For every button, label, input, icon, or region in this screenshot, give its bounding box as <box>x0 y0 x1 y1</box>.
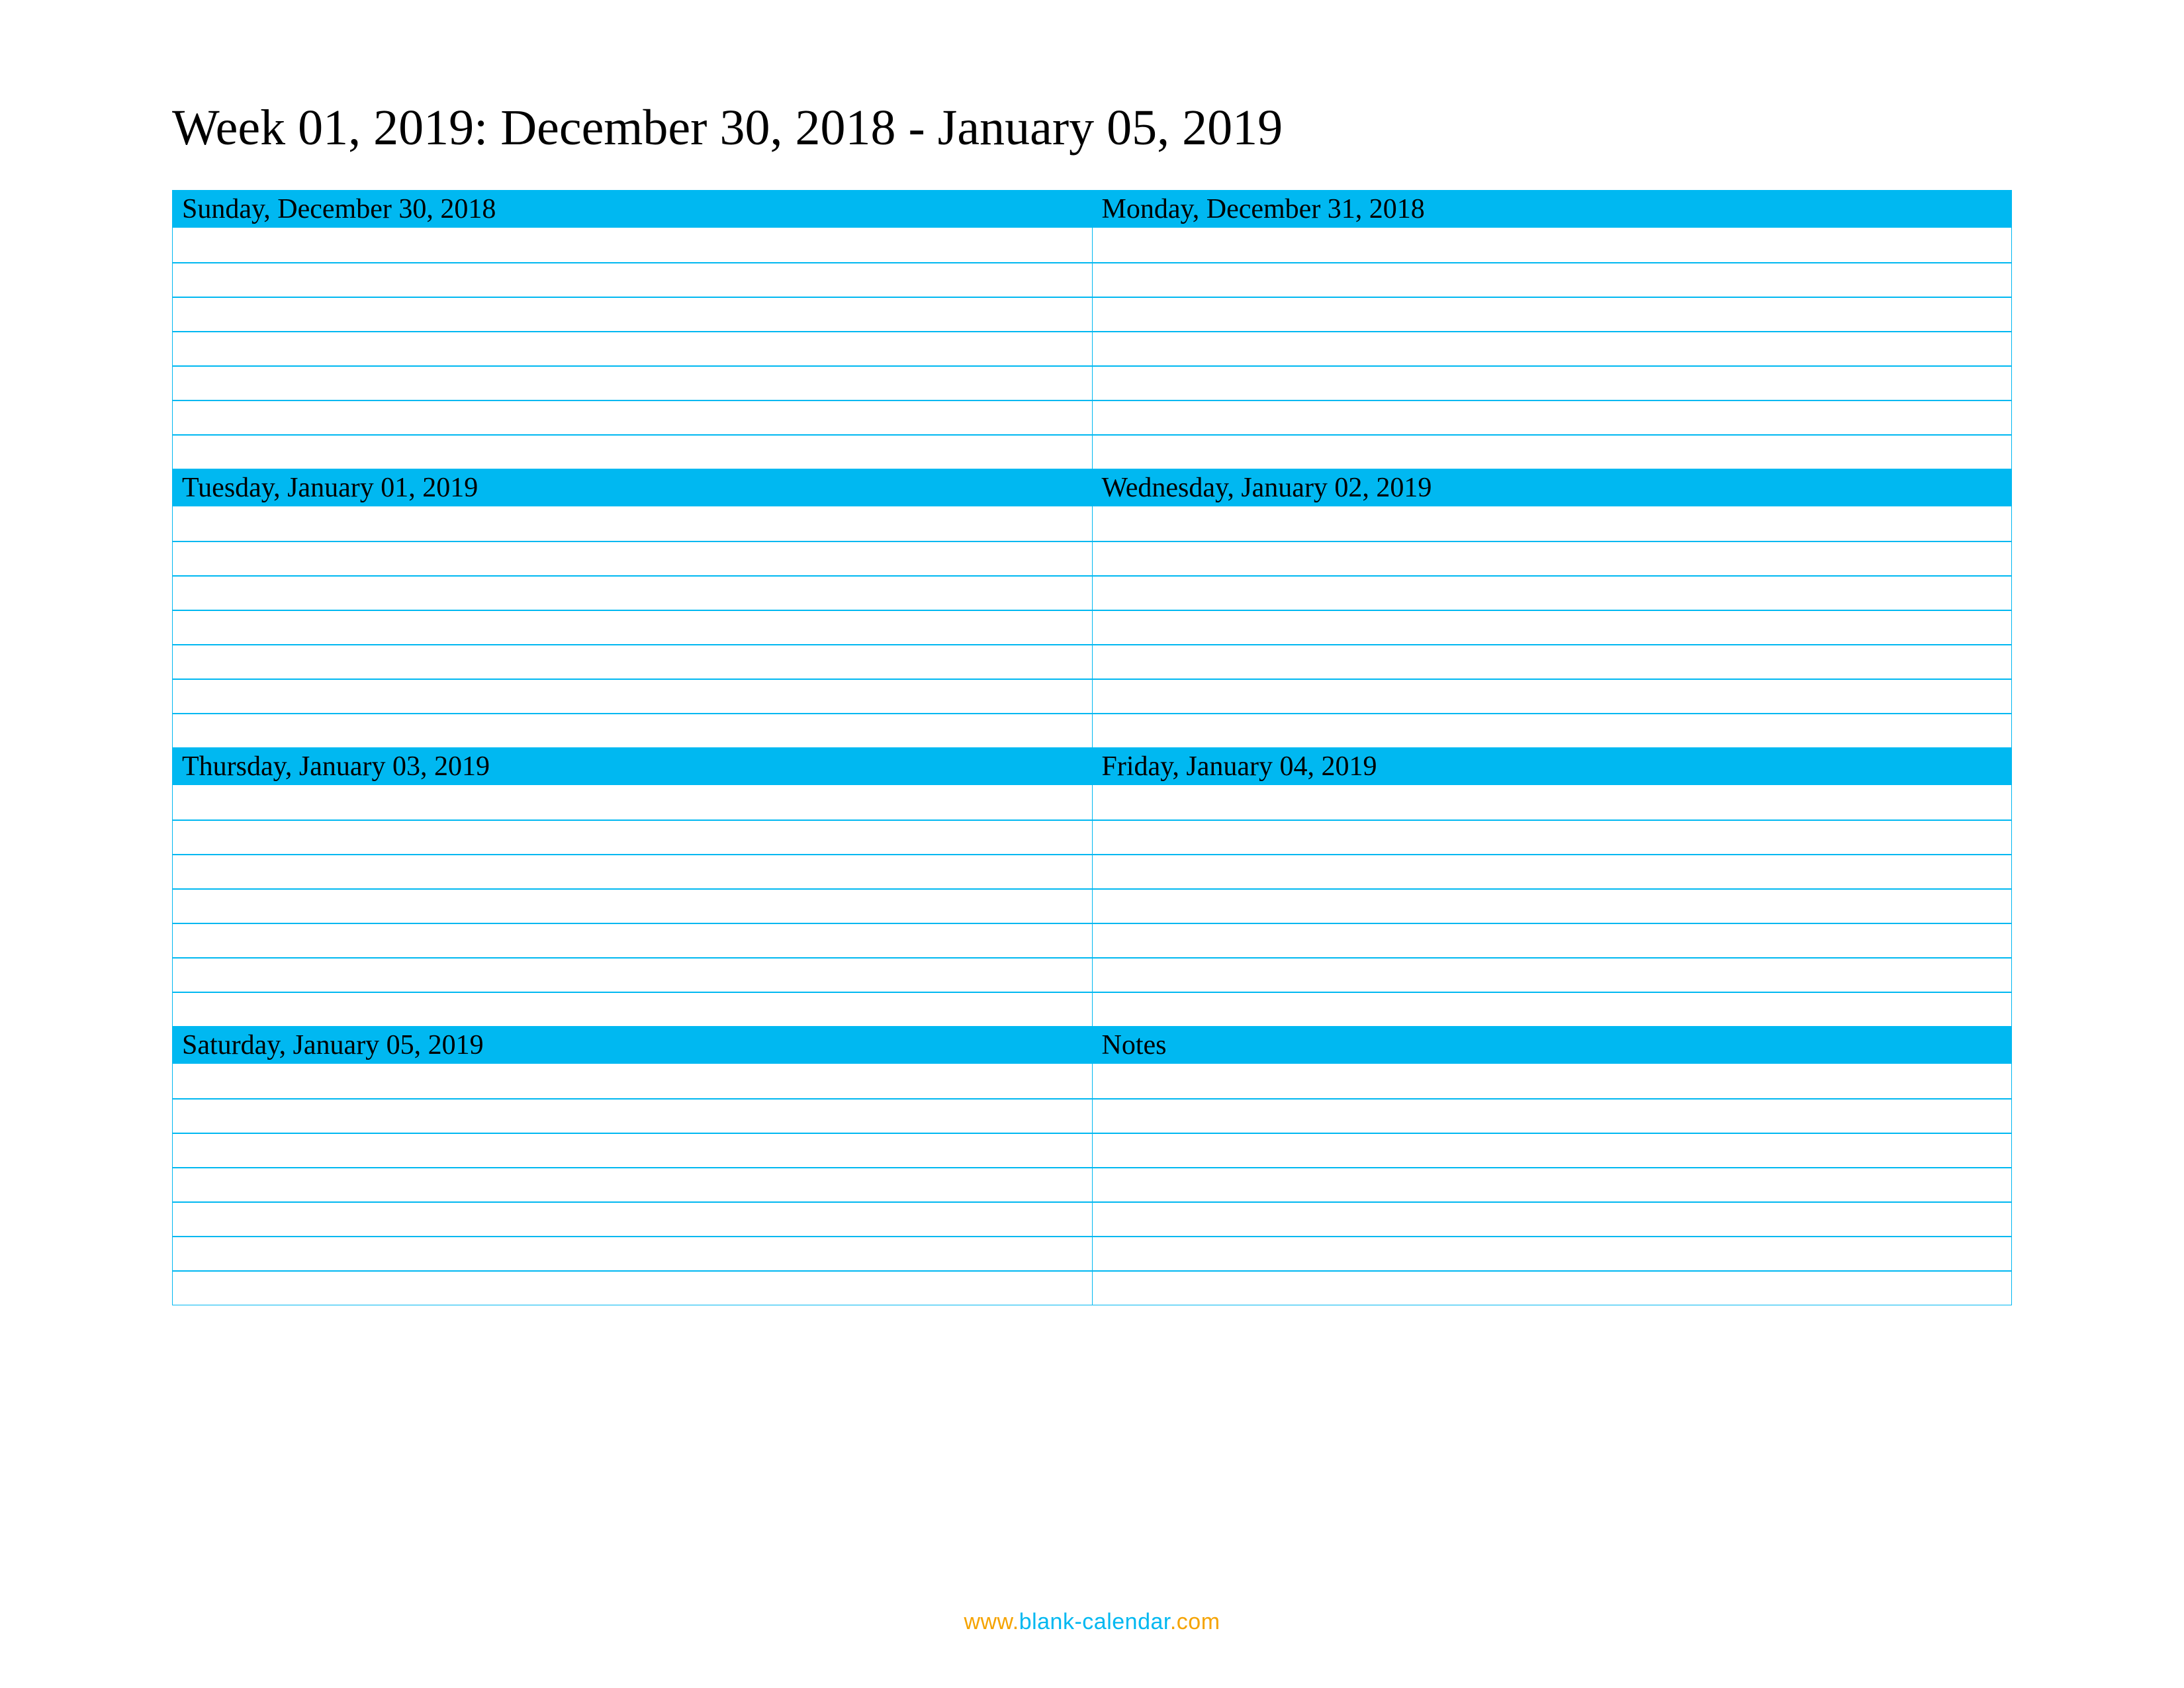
day-header: Notes <box>1093 1027 2012 1064</box>
day-cell-saturday: Saturday, January 05, 2019 <box>173 1027 1093 1305</box>
page-title: Week 01, 2019: December 30, 2018 - Janua… <box>172 99 2012 157</box>
entry-line[interactable] <box>1093 820 2012 854</box>
entry-line[interactable] <box>1093 679 2012 713</box>
entry-line[interactable] <box>173 785 1092 820</box>
day-cell-tuesday: Tuesday, January 01, 2019 <box>173 469 1093 748</box>
entry-line[interactable] <box>173 365 1092 400</box>
day-lines <box>1093 228 2012 469</box>
entry-line[interactable] <box>1093 785 2012 820</box>
entry-line[interactable] <box>1093 1236 2012 1270</box>
entry-line[interactable] <box>173 506 1092 541</box>
entry-line[interactable] <box>173 400 1092 434</box>
footer-com: .com <box>1170 1609 1220 1634</box>
entry-line[interactable] <box>173 679 1092 713</box>
entry-line[interactable] <box>173 1270 1092 1305</box>
entry-line[interactable] <box>173 434 1092 469</box>
entry-line[interactable] <box>1093 1133 2012 1167</box>
entry-line[interactable] <box>1093 365 2012 400</box>
entry-line[interactable] <box>1093 957 2012 992</box>
day-lines <box>1093 1064 2012 1305</box>
day-lines <box>173 506 1092 747</box>
entry-line[interactable] <box>1093 923 2012 957</box>
entry-line[interactable] <box>1093 1098 2012 1133</box>
day-lines <box>1093 506 2012 747</box>
entry-line[interactable] <box>173 1098 1092 1133</box>
footer-domain: blank-calendar <box>1019 1609 1170 1634</box>
entry-line[interactable] <box>173 992 1092 1026</box>
day-lines <box>173 1064 1092 1305</box>
entry-line[interactable] <box>173 262 1092 297</box>
day-header: Saturday, January 05, 2019 <box>173 1027 1092 1064</box>
entry-line[interactable] <box>173 888 1092 923</box>
footer-link[interactable]: www.blank-calendar.com <box>0 1609 2184 1635</box>
day-lines <box>173 228 1092 469</box>
entry-line[interactable] <box>173 957 1092 992</box>
day-header: Thursday, January 03, 2019 <box>173 748 1092 785</box>
entry-line[interactable] <box>173 331 1092 365</box>
entry-line[interactable] <box>1093 228 2012 262</box>
entry-line[interactable] <box>1093 506 2012 541</box>
entry-line[interactable] <box>1093 1201 2012 1236</box>
entry-line[interactable] <box>1093 400 2012 434</box>
week-grid: Sunday, December 30, 2018 Monday, Decemb… <box>172 190 2012 1305</box>
entry-line[interactable] <box>1093 854 2012 888</box>
entry-line[interactable] <box>1093 331 2012 365</box>
entry-line[interactable] <box>173 610 1092 644</box>
entry-line[interactable] <box>1093 262 2012 297</box>
entry-line[interactable] <box>1093 297 2012 331</box>
day-cell-sunday: Sunday, December 30, 2018 <box>173 191 1093 469</box>
day-cell-friday: Friday, January 04, 2019 <box>1092 748 2012 1027</box>
footer-www: www. <box>964 1609 1019 1634</box>
entry-line[interactable] <box>173 713 1092 747</box>
entry-line[interactable] <box>1093 713 2012 747</box>
day-header: Friday, January 04, 2019 <box>1093 748 2012 785</box>
entry-line[interactable] <box>173 820 1092 854</box>
day-lines <box>1093 785 2012 1026</box>
entry-line[interactable] <box>173 1201 1092 1236</box>
entry-line[interactable] <box>173 644 1092 679</box>
day-cell-notes: Notes <box>1092 1027 2012 1305</box>
day-header: Monday, December 31, 2018 <box>1093 191 2012 228</box>
day-header: Tuesday, January 01, 2019 <box>173 469 1092 506</box>
entry-line[interactable] <box>173 228 1092 262</box>
entry-line[interactable] <box>173 923 1092 957</box>
entry-line[interactable] <box>173 297 1092 331</box>
entry-line[interactable] <box>1093 644 2012 679</box>
entry-line[interactable] <box>1093 575 2012 610</box>
day-lines <box>173 785 1092 1026</box>
entry-line[interactable] <box>173 1236 1092 1270</box>
entry-line[interactable] <box>173 1167 1092 1201</box>
entry-line[interactable] <box>1093 992 2012 1026</box>
entry-line[interactable] <box>1093 1167 2012 1201</box>
entry-line[interactable] <box>173 541 1092 575</box>
entry-line[interactable] <box>1093 1064 2012 1098</box>
day-cell-wednesday: Wednesday, January 02, 2019 <box>1092 469 2012 748</box>
entry-line[interactable] <box>1093 888 2012 923</box>
entry-line[interactable] <box>1093 541 2012 575</box>
entry-line[interactable] <box>173 1133 1092 1167</box>
day-cell-monday: Monday, December 31, 2018 <box>1092 191 2012 469</box>
entry-line[interactable] <box>1093 434 2012 469</box>
entry-line[interactable] <box>1093 1270 2012 1305</box>
day-cell-thursday: Thursday, January 03, 2019 <box>173 748 1093 1027</box>
day-header: Sunday, December 30, 2018 <box>173 191 1092 228</box>
entry-line[interactable] <box>1093 610 2012 644</box>
entry-line[interactable] <box>173 575 1092 610</box>
day-header: Wednesday, January 02, 2019 <box>1093 469 2012 506</box>
entry-line[interactable] <box>173 854 1092 888</box>
entry-line[interactable] <box>173 1064 1092 1098</box>
